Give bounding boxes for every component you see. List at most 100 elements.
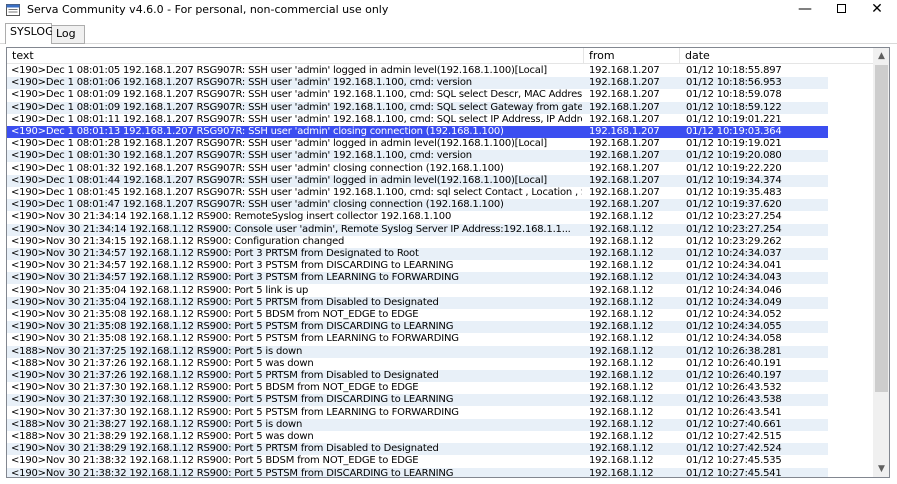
table-row[interactable]: <190>Nov 30 21:38:32 192.168.1.12 RS900:… [7, 455, 828, 467]
table-row[interactable]: <190>Dec 1 08:01:11 192.168.1.207 RSG907… [7, 114, 828, 126]
table-row[interactable]: <190>Dec 1 08:01:28 192.168.1.207 RSG907… [7, 138, 828, 150]
cell-date: 01/12 10:24:34.037 [686, 248, 782, 259]
cell-text: <190>Dec 1 08:01:11 192.168.1.207 RSG907… [11, 113, 582, 125]
table-row[interactable]: <190>Nov 30 21:37:26 192.168.1.12 RS900:… [7, 370, 828, 382]
scroll-up-icon[interactable]: ▲ [873, 48, 889, 64]
cell-from: 192.168.1.12 [589, 418, 654, 430]
table-row[interactable]: <190>Dec 1 08:01:44 192.168.1.207 RSG907… [7, 174, 828, 187]
column-header-from[interactable]: from [584, 48, 680, 64]
table-row[interactable]: <190>Nov 30 21:34:14 192.168.1.12 RS900:… [7, 211, 828, 223]
table-row[interactable]: <190>Nov 30 21:34:57 192.168.1.12 RS900:… [7, 260, 828, 272]
tab-syslog[interactable]: SYSLOG [5, 23, 54, 44]
table-row[interactable]: <190>Dec 1 08:01:05 192.168.1.207 RSG907… [7, 65, 828, 77]
cell-text: <190>Dec 1 08:01:05 192.168.1.207 RSG907… [11, 65, 547, 76]
cell-text: <190>Nov 30 21:34:14 192.168.1.12 RS900:… [11, 223, 571, 235]
cell-date: 01/12 10:27:45.541 [686, 467, 782, 478]
cell-date: 01/12 10:23:27.254 [686, 223, 782, 235]
cell-text: <190>Nov 30 21:35:08 192.168.1.12 RS900:… [11, 309, 419, 320]
minimize-button[interactable]: — [785, 0, 825, 20]
cell-from: 192.168.1.207 [589, 65, 660, 76]
cell-text: <190>Nov 30 21:34:57 192.168.1.12 RS900:… [11, 260, 454, 272]
scroll-down-icon[interactable]: ▼ [873, 461, 889, 477]
column-header-date[interactable]: date [680, 48, 873, 64]
maximize-button[interactable] [821, 0, 861, 20]
cell-text: <190>Nov 30 21:38:32 192.168.1.12 RS900:… [11, 467, 454, 478]
table-row[interactable]: <190>Nov 30 21:37:30 192.168.1.12 RS900:… [7, 382, 828, 394]
cell-text: <190>Dec 1 08:01:47 192.168.1.207 RSG907… [11, 199, 504, 211]
table-row[interactable]: <190>Nov 30 21:37:30 192.168.1.12 RS900:… [7, 394, 828, 407]
cell-from: 192.168.1.207 [589, 77, 660, 89]
cell-from: 192.168.1.12 [589, 370, 654, 381]
list-header: text from date [7, 48, 873, 64]
cell-from: 192.168.1.12 [589, 455, 654, 467]
table-row[interactable]: <190>Nov 30 21:35:08 192.168.1.12 RS900:… [7, 333, 828, 345]
table-row[interactable]: <190>Nov 30 21:37:30 192.168.1.12 RS900:… [7, 407, 828, 419]
cell-from: 192.168.1.207 [589, 174, 660, 186]
cell-date: 01/12 10:26:38.281 [686, 345, 782, 357]
cell-date: 01/12 10:24:34.049 [686, 296, 782, 308]
cell-date: 01/12 10:19:35.483 [686, 187, 782, 198]
cell-date: 01/12 10:26:43.538 [686, 394, 782, 406]
cell-text: <190>Nov 30 21:34:57 192.168.1.12 RS900:… [11, 272, 459, 284]
cell-from: 192.168.1.207 [589, 113, 660, 125]
window-title: Serva Community v4.6.0 - For personal, n… [27, 3, 389, 16]
cell-from: 192.168.1.12 [589, 284, 654, 296]
cell-from: 192.168.1.207 [589, 138, 660, 150]
table-row[interactable]: <190>Dec 1 08:01:30 192.168.1.207 RSG907… [7, 150, 828, 163]
table-row[interactable]: <190>Nov 30 21:35:08 192.168.1.12 RS900:… [7, 309, 828, 321]
table-row[interactable]: <190>Nov 30 21:35:04 192.168.1.12 RS900:… [7, 285, 828, 297]
table-row[interactable]: <190>Nov 30 21:38:32 192.168.1.12 RS900:… [7, 467, 828, 478]
table-row[interactable]: <190>Dec 1 08:01:09 192.168.1.207 RSG907… [7, 89, 828, 101]
cell-from: 192.168.1.12 [589, 467, 654, 478]
table-row[interactable]: <190>Dec 1 08:01:13 192.168.1.207 RSG907… [7, 126, 828, 138]
table-row[interactable]: <190>Nov 30 21:34:57 192.168.1.12 RS900:… [7, 272, 828, 285]
column-header-text[interactable]: text [7, 48, 584, 64]
cell-from: 192.168.1.12 [589, 431, 654, 442]
cell-date: 01/12 10:27:40.661 [686, 418, 782, 430]
cell-date: 01/12 10:19:03.364 [686, 126, 782, 137]
cell-from: 192.168.1.12 [589, 394, 654, 406]
table-row[interactable]: <190>Dec 1 08:01:09 192.168.1.207 RSG907… [7, 101, 828, 114]
table-row[interactable]: <190>Nov 30 21:38:29 192.168.1.12 RS900:… [7, 443, 828, 456]
table-row[interactable]: <190>Nov 30 21:35:08 192.168.1.12 RS900:… [7, 321, 828, 334]
cell-from: 192.168.1.12 [589, 211, 654, 223]
tab-strip-divider [0, 43, 897, 44]
tab-log[interactable]: Log [52, 25, 85, 44]
table-row[interactable]: <190>Nov 30 21:34:15 192.168.1.12 RS900:… [7, 236, 828, 248]
table-row[interactable]: <188>Nov 30 21:38:29 192.168.1.12 RS900:… [7, 431, 828, 443]
vertical-scrollbar[interactable]: ▲ ▼ [873, 48, 889, 477]
maximize-icon [836, 3, 846, 13]
cell-text: <190>Dec 1 08:01:13 192.168.1.207 RSG907… [11, 126, 504, 137]
cell-date: 01/12 10:24:34.055 [686, 321, 782, 333]
cell-text: <190>Dec 1 08:01:45 192.168.1.207 RSG907… [11, 187, 582, 198]
table-row[interactable]: <190>Nov 30 21:35:04 192.168.1.12 RS900:… [7, 296, 828, 309]
cell-from: 192.168.1.12 [589, 296, 654, 308]
cell-text: <190>Nov 30 21:38:32 192.168.1.12 RS900:… [11, 455, 419, 467]
cell-from: 192.168.1.12 [589, 382, 654, 394]
table-row[interactable]: <190>Dec 1 08:01:32 192.168.1.207 RSG907… [7, 163, 828, 175]
tab-strip [0, 20, 897, 45]
table-row[interactable]: <188>Nov 30 21:37:26 192.168.1.12 RS900:… [7, 358, 828, 370]
cell-text: <188>Nov 30 21:38:27 192.168.1.12 RS900:… [11, 418, 303, 430]
cell-date: 01/12 10:26:43.532 [686, 382, 782, 394]
table-row[interactable]: <190>Nov 30 21:34:14 192.168.1.12 RS900:… [7, 223, 828, 236]
cell-date: 01/12 10:27:45.535 [686, 455, 782, 467]
cell-date: 01/12 10:24:34.046 [686, 284, 782, 296]
table-row[interactable]: <190>Dec 1 08:01:47 192.168.1.207 RSG907… [7, 199, 828, 212]
table-row[interactable]: <188>Nov 30 21:38:27 192.168.1.12 RS900:… [7, 418, 828, 431]
scrollbar-thumb[interactable] [875, 65, 888, 392]
cell-text: <190>Dec 1 08:01:44 192.168.1.207 RSG907… [11, 174, 547, 186]
cell-date: 01/12 10:26:43.541 [686, 406, 782, 418]
cell-date: 01/12 10:26:40.197 [686, 370, 782, 381]
cell-date: 01/12 10:23:27.254 [686, 211, 782, 223]
cell-text: <190>Dec 1 08:01:06 192.168.1.207 RSG907… [11, 77, 472, 89]
cell-from: 192.168.1.12 [589, 248, 654, 259]
table-row[interactable]: <188>Nov 30 21:37:25 192.168.1.12 RS900:… [7, 345, 828, 358]
close-button[interactable]: ✕ [857, 0, 897, 20]
table-row[interactable]: <190>Dec 1 08:01:06 192.168.1.207 RSG907… [7, 77, 828, 90]
cell-text: <190>Nov 30 21:37:26 192.168.1.12 RS900:… [11, 370, 439, 381]
table-row[interactable]: <190>Dec 1 08:01:45 192.168.1.207 RSG907… [7, 187, 828, 199]
cell-date: 01/12 10:19:22.220 [686, 162, 782, 174]
table-row[interactable]: <190>Nov 30 21:34:57 192.168.1.12 RS900:… [7, 248, 828, 260]
syslog-list[interactable]: text from date <190>Dec 1 08:01:05 192.1… [6, 47, 890, 478]
